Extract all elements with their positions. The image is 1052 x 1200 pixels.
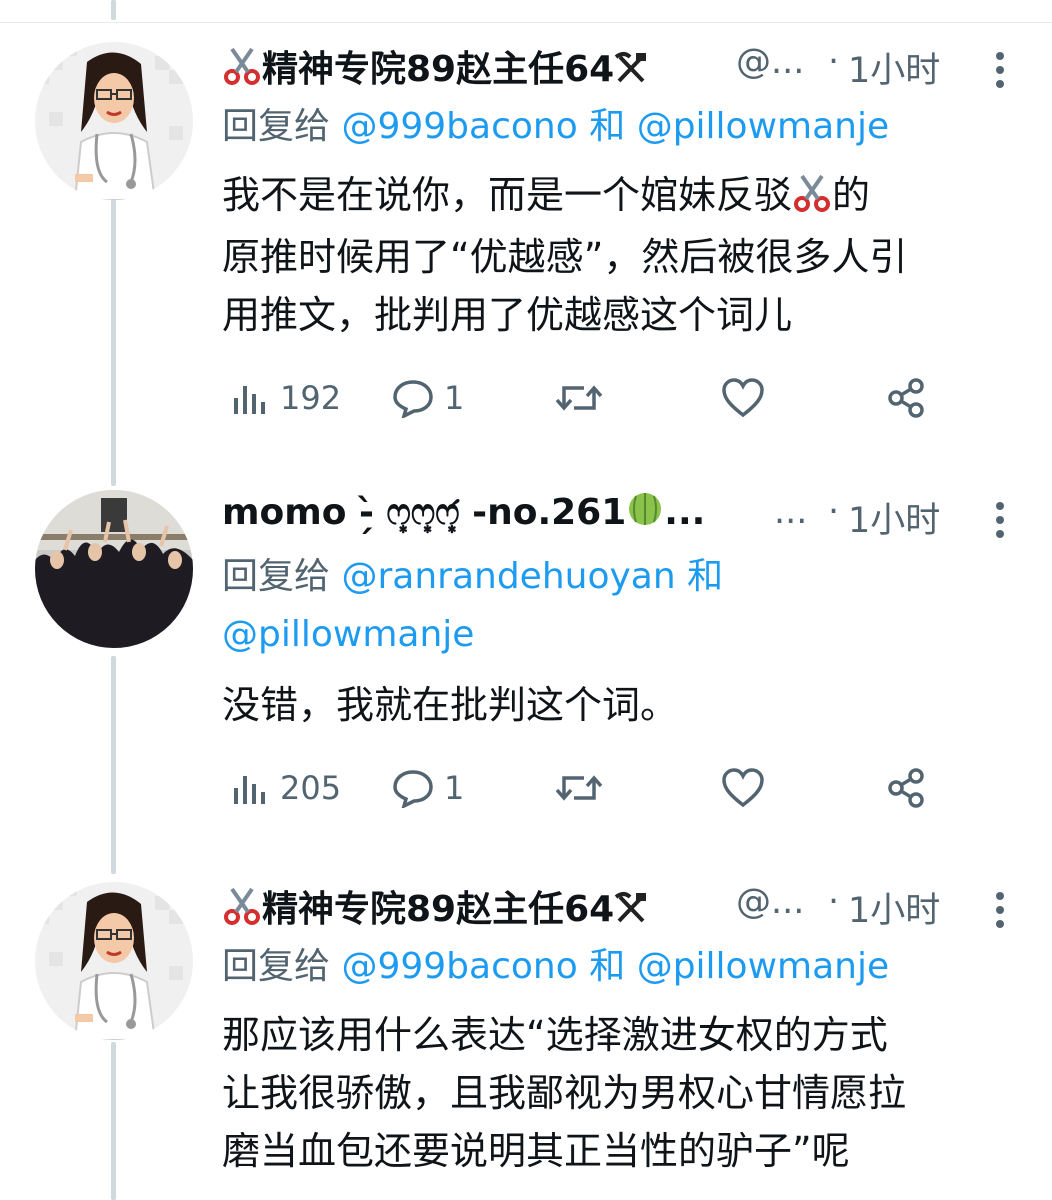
- separator-dot: ·: [828, 882, 840, 922]
- mention-link[interactable]: @999bacono: [341, 106, 577, 147]
- reply-icon: [393, 380, 433, 418]
- avatar[interactable]: [35, 882, 193, 1040]
- tweet[interactable]: momo -̗̀ ෆ͙ෆ͙ෆ͙́ -no.261 ... ... · 1小时 回…: [0, 488, 1052, 828]
- share-icon: [888, 378, 924, 418]
- nurse-cartoon-avatar: [35, 882, 193, 1040]
- author-handle[interactable]: @...: [736, 42, 804, 82]
- melon-icon: [626, 490, 664, 537]
- scissors-icon: [222, 45, 262, 94]
- retweet-icon: [555, 775, 603, 801]
- mention-link[interactable]: @pillowmanje: [222, 614, 474, 655]
- reply-and: 和: [687, 556, 724, 597]
- like-button[interactable]: [720, 368, 766, 428]
- reply-context: 回复给 @ranrandehuoyan 和 @pillowmanje: [222, 556, 724, 655]
- retweet-button[interactable]: [554, 368, 604, 428]
- nurse-cartoon-avatar: [35, 42, 193, 200]
- reply-and: 和: [589, 106, 626, 147]
- reply-icon: [393, 770, 433, 808]
- author-handle[interactable]: ...: [774, 492, 807, 532]
- tweet-actions: 192 1: [222, 368, 942, 428]
- mention-link[interactable]: @pillowmanje: [637, 106, 889, 147]
- author-name[interactable]: 精神专院89赵主任64: [222, 40, 648, 94]
- tweet-text: 没错，我就在批判这个词。: [222, 683, 679, 727]
- tweet-text: 我不是在说你，而是一个婠妹反驳的 原推时候用了“优越感”，然后被很多人引 用推文…: [222, 166, 1022, 344]
- author-name[interactable]: momo -̗̀ ෆ͙ෆ͙ෆ͙́ -no.261 ...: [222, 490, 705, 537]
- heart-icon: [722, 378, 764, 418]
- reply-and: 和: [589, 946, 626, 987]
- analytics-icon: [234, 776, 265, 804]
- share-icon: [888, 768, 924, 808]
- avatar[interactable]: [35, 490, 193, 648]
- reply-button[interactable]: 1: [392, 368, 464, 428]
- reply-button[interactable]: 1: [392, 758, 464, 818]
- heart-icon: [722, 768, 764, 808]
- views-button[interactable]: 192: [230, 368, 341, 428]
- views-button[interactable]: 205: [230, 758, 341, 818]
- tweet[interactable]: 精神专院89赵主任64 @... · 1小时 回复给 @999bacono 和 …: [0, 38, 1052, 458]
- share-button[interactable]: [886, 368, 928, 428]
- group-photo-avatar: [35, 490, 193, 648]
- mention-link[interactable]: @999bacono: [341, 946, 577, 987]
- timeline: 精神专院89赵主任64 @... · 1小时 回复给 @999bacono 和 …: [0, 0, 1052, 1200]
- reply-count: 1: [444, 769, 465, 807]
- mention-link[interactable]: @ranrandehuoyan: [341, 556, 675, 597]
- tweet-actions: 205 1: [222, 758, 942, 818]
- timestamp[interactable]: 1小时: [848, 492, 940, 543]
- retweet-button[interactable]: [554, 758, 604, 818]
- reply-context: 回复给 @999bacono 和 @pillowmanje: [222, 946, 890, 987]
- tweet[interactable]: 精神专院89赵主任64 @... · 1小时 回复给 @999bacono 和 …: [0, 878, 1052, 1200]
- like-button[interactable]: [720, 758, 766, 818]
- reply-context: 回复给 @999bacono 和 @pillowmanje: [222, 106, 890, 147]
- thread-line: [111, 0, 116, 20]
- hammer-pick-icon: [614, 51, 648, 94]
- share-button[interactable]: [886, 758, 928, 818]
- more-options-icon[interactable]: [992, 890, 1006, 930]
- more-options-icon[interactable]: [992, 50, 1006, 90]
- top-divider: [0, 0, 1052, 23]
- separator-dot: ·: [828, 492, 840, 532]
- mention-link[interactable]: @pillowmanje: [637, 946, 889, 987]
- tweet-text: 那应该用什么表达“选择激进女权的方式 让我很骄傲，且我鄙视为男权心甘情愿拉 磨当…: [222, 1013, 907, 1173]
- analytics-icon: [234, 386, 265, 414]
- more-options-icon[interactable]: [992, 500, 1006, 540]
- retweet-icon: [555, 385, 603, 411]
- hammer-pick-icon: [614, 891, 648, 934]
- separator-dot: ·: [828, 42, 840, 82]
- timestamp[interactable]: 1小时: [848, 882, 940, 933]
- views-count: 205: [280, 769, 342, 807]
- avatar[interactable]: [35, 42, 193, 200]
- author-handle[interactable]: @...: [736, 882, 804, 922]
- timestamp[interactable]: 1小时: [848, 42, 940, 93]
- scissors-icon: [222, 885, 262, 934]
- views-count: 192: [280, 379, 342, 417]
- scissors-icon: [792, 170, 832, 228]
- author-name[interactable]: 精神专院89赵主任64: [222, 880, 648, 934]
- reply-count: 1: [444, 379, 465, 417]
